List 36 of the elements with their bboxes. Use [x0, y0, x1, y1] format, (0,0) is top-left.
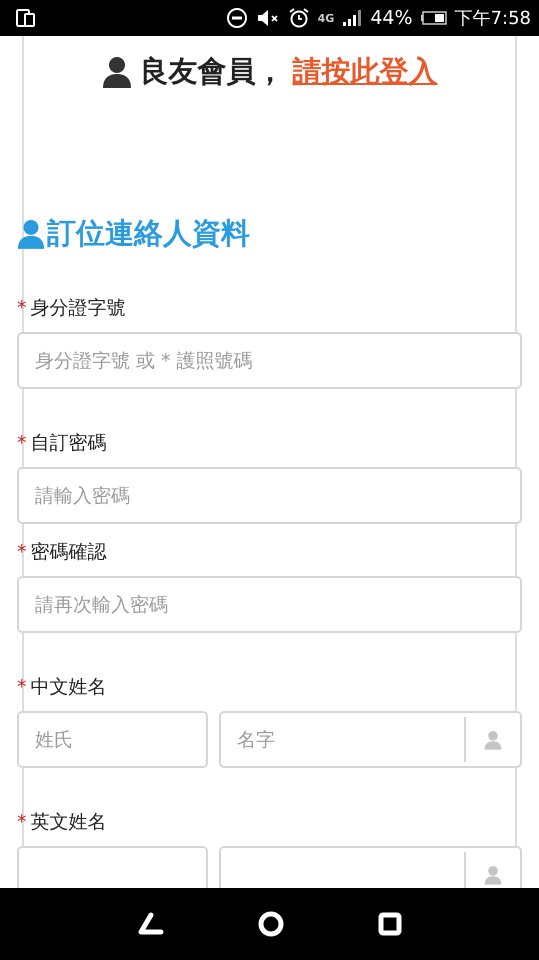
input-field[interactable]: 請再次輸入密碼 — [17, 576, 522, 633]
required-mark: * — [17, 676, 26, 698]
recent-apps-icon[interactable] — [378, 912, 402, 936]
required-mark: * — [17, 297, 26, 319]
battery-percent: 44% — [370, 7, 413, 29]
login-link[interactable]: 請按此登入 — [292, 52, 438, 92]
field-label: 身分證字號 — [30, 296, 126, 321]
alarm-clock-icon — [288, 7, 310, 29]
field-label: 密碼確認 — [30, 540, 106, 565]
user-icon — [484, 864, 502, 884]
input-field[interactable]: 請輸入密碼 — [17, 467, 522, 524]
signal-icon — [342, 9, 362, 27]
user-icon — [17, 219, 45, 249]
field-label: 英文姓名 — [30, 810, 106, 835]
back-icon[interactable] — [136, 912, 165, 936]
user-icon — [102, 56, 132, 88]
field-label: 自訂密碼 — [30, 431, 106, 456]
clock-time: 下午7:58 — [454, 7, 531, 30]
field-label: 中文姓名 — [30, 675, 106, 700]
input-field[interactable]: 姓氏 — [17, 711, 208, 768]
required-mark: * — [17, 432, 26, 454]
battery-icon — [420, 11, 447, 25]
section-title: 訂位連絡人資料 — [47, 215, 250, 252]
input-field[interactable] — [17, 846, 208, 888]
input-field[interactable]: 名字 — [219, 711, 522, 768]
do-not-disturb-icon — [226, 7, 248, 29]
network-type: 4G — [318, 12, 334, 24]
mute-icon — [256, 8, 280, 28]
required-mark: * — [17, 541, 26, 563]
required-mark: * — [17, 811, 26, 833]
user-icon — [484, 730, 502, 750]
input-field[interactable] — [219, 846, 522, 888]
home-icon[interactable] — [258, 911, 284, 937]
input-field[interactable]: 身分證字號 或 * 護照號碼 — [17, 332, 522, 389]
phone-frame-icon — [16, 8, 36, 28]
member-greeting: 良友會員， — [140, 53, 284, 90]
